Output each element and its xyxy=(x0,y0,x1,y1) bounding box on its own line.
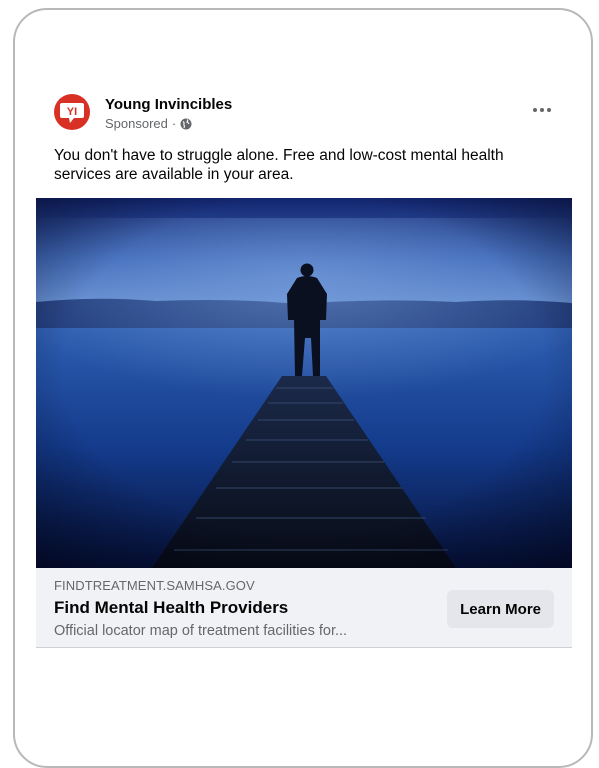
post-header: YI Young Invincibles Sponsored · xyxy=(36,84,572,140)
more-options-icon[interactable] xyxy=(530,102,554,118)
link-domain: FINDTREATMENT.SAMHSA.GOV xyxy=(54,578,255,593)
young-invincibles-logo-icon[interactable]: YI xyxy=(54,94,90,130)
more-dot xyxy=(547,108,551,112)
sponsored-post: YI Young Invincibles Sponsored · xyxy=(36,84,572,140)
post-body-text: You don't have to struggle alone. Free a… xyxy=(54,147,504,183)
page-name-link[interactable]: Young Invincibles xyxy=(105,96,232,113)
learn-more-button[interactable]: Learn More xyxy=(447,590,554,628)
post-meta: Sponsored · xyxy=(105,116,192,131)
ad-image[interactable] xyxy=(36,198,572,568)
more-dot xyxy=(540,108,544,112)
globe-icon[interactable] xyxy=(180,118,192,130)
meta-separator: · xyxy=(171,116,177,131)
more-dot xyxy=(533,108,537,112)
sponsored-label[interactable]: Sponsored xyxy=(105,116,168,131)
link-preview[interactable]: FINDTREATMENT.SAMHSA.GOV Find Mental Hea… xyxy=(36,568,572,648)
link-headline[interactable]: Find Mental Health Providers xyxy=(54,598,288,618)
logo-text: YI xyxy=(67,106,77,118)
link-description: Official locator map of treatment facili… xyxy=(54,623,348,639)
